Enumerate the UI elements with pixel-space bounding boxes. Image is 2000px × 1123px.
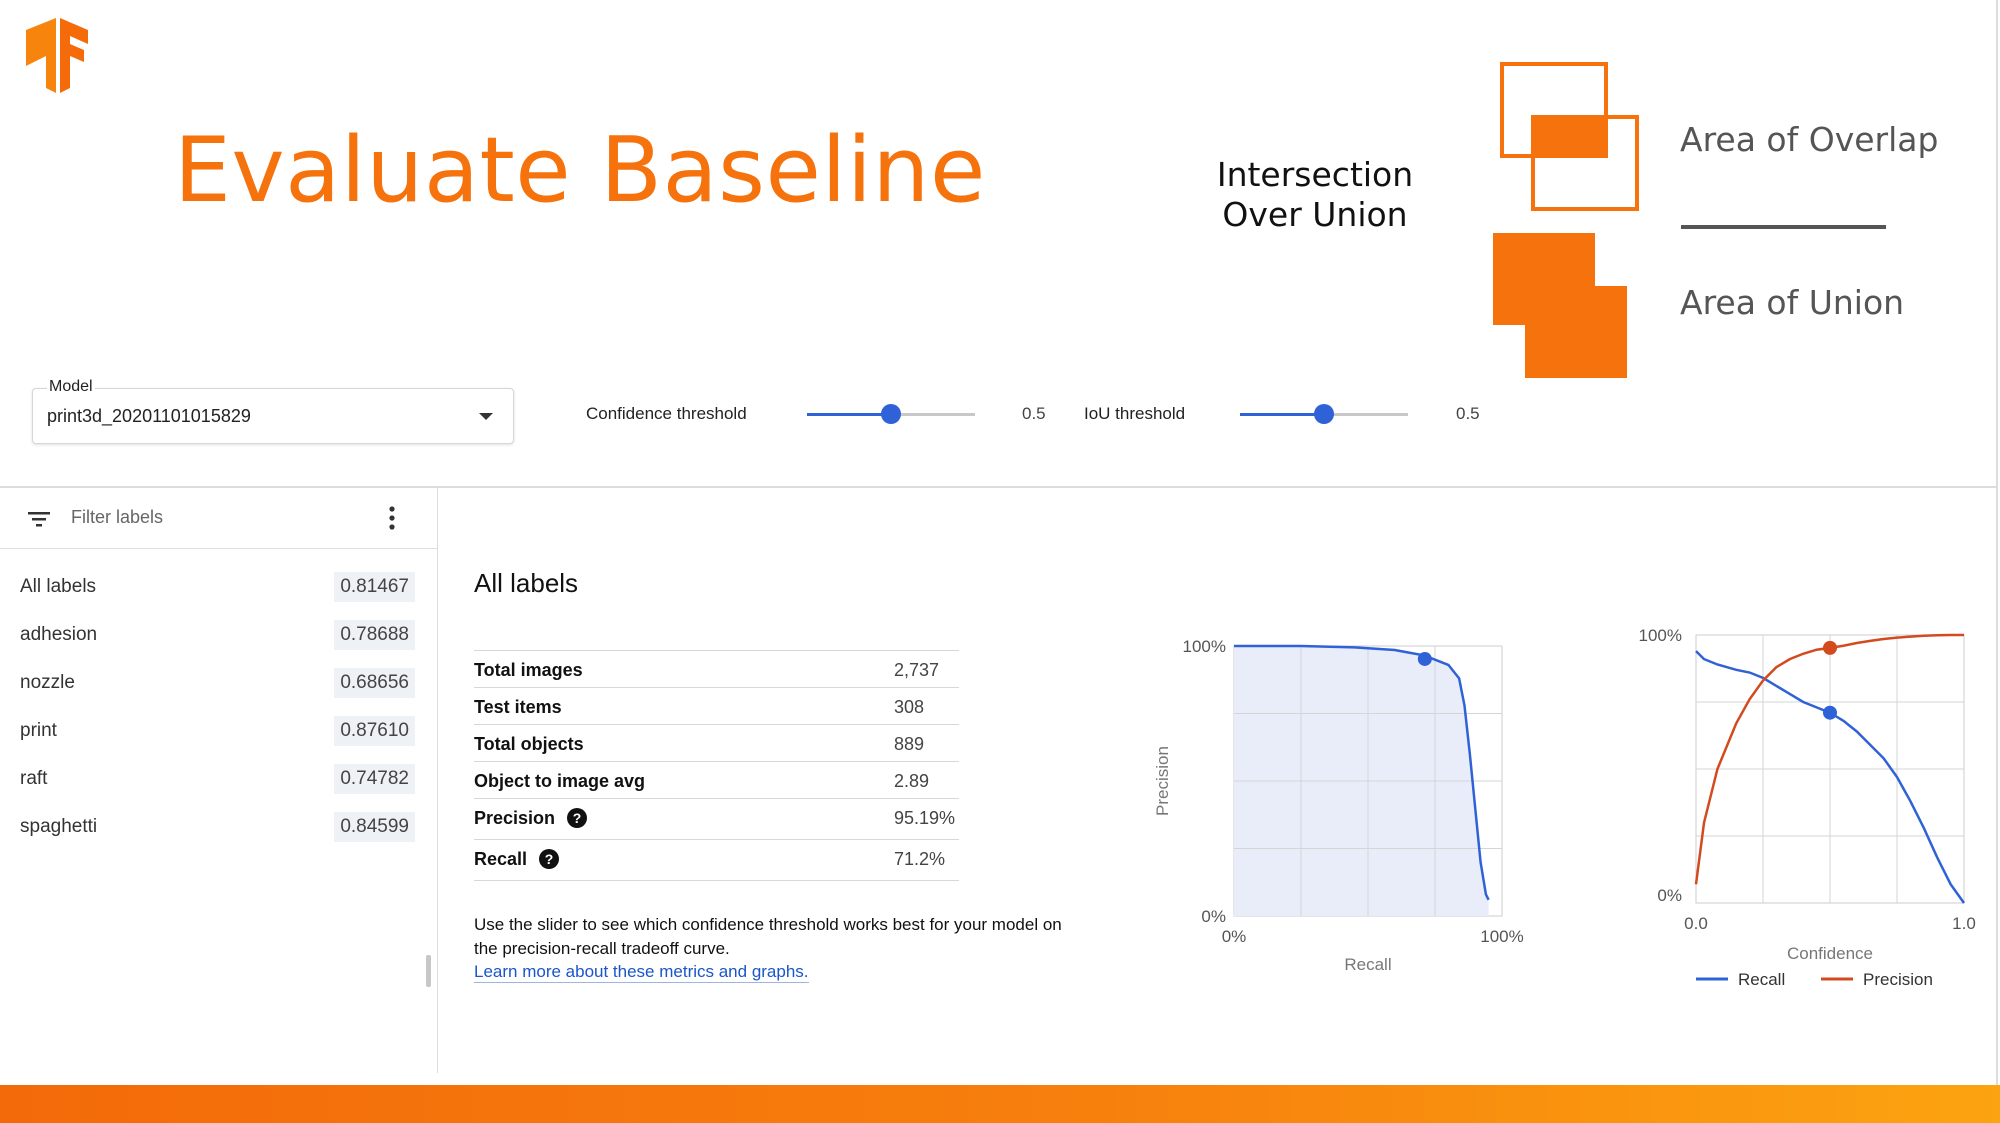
stat-value: 2,737 <box>894 660 940 680</box>
stat-row: Recall? 71.2% <box>474 839 959 881</box>
label-score: 0.87610 <box>334 716 415 746</box>
label-score: 0.68656 <box>334 668 415 698</box>
iou-diagram <box>1493 62 1639 378</box>
x-axis-title: Recall <box>1344 955 1391 974</box>
label-name: adhesion <box>20 624 98 645</box>
stat-row: Object to image avg 2.89 <box>474 761 959 798</box>
stat-row: Test items 308 <box>474 687 959 724</box>
fraction-line <box>1681 225 1886 229</box>
slide-edge <box>1996 0 1998 1085</box>
area-of-overlap-text: Area of Overlap <box>1680 120 1939 159</box>
stat-value: 889 <box>894 734 925 754</box>
y-tick-label: 100% <box>1183 637 1226 656</box>
x-tick-label: 0% <box>1222 927 1247 946</box>
x-tick-label: 100% <box>1480 927 1523 946</box>
iou-slider-thumb[interactable] <box>1314 404 1334 424</box>
label-name: nozzle <box>20 672 75 693</box>
pr-threshold-point <box>1417 651 1432 666</box>
tensorflow-logo-icon <box>26 18 88 93</box>
stat-value: 2.89 <box>894 771 930 791</box>
x-tick-label: 0.0 <box>1684 914 1708 933</box>
section-title: All labels <box>474 568 579 598</box>
filter-icon[interactable] <box>28 510 50 528</box>
stat-row: Total images 2,737 <box>474 650 959 687</box>
overlap-region <box>1533 117 1606 156</box>
stat-name: Recall <box>474 849 528 869</box>
filter-divider <box>0 548 437 549</box>
model-select-value: print3d_20201101015829 <box>47 406 251 426</box>
confidence-threshold-value: 0.5 <box>1022 404 1046 423</box>
chevron-down-icon <box>479 413 493 420</box>
panel-divider <box>0 486 1998 488</box>
stat-row: Total objects 889 <box>474 724 959 761</box>
filter-labels-input[interactable]: Filter labels <box>71 507 163 528</box>
iou-slider-fill <box>1240 413 1324 416</box>
iou-threshold-value: 0.5 <box>1456 404 1480 423</box>
sidebar-divider <box>437 488 438 1073</box>
stat-value: 308 <box>894 697 925 717</box>
model-select[interactable]: print3d_20201101015829 <box>32 388 514 444</box>
bottom-brand-bar <box>0 1085 2000 1123</box>
label-name: print <box>20 720 57 741</box>
y-tick-label: 0% <box>1657 886 1682 905</box>
confidence-chart: 100% 0%0.0 1.0 ConfidenceRecall Precision <box>1639 626 1976 989</box>
label-list-item[interactable]: print 0.87610 <box>20 716 415 746</box>
confidence-slider-fill <box>807 413 891 416</box>
x-tick-label: 1.0 <box>1952 914 1976 933</box>
legend-label: Recall <box>1738 970 1785 989</box>
label-score: 0.74782 <box>334 764 415 794</box>
legend-label: Precision <box>1863 970 1933 989</box>
union-shape <box>1493 233 1627 378</box>
learn-more-link[interactable]: Learn more about these metrics and graph… <box>474 962 809 983</box>
y-axis-title: Precision <box>1153 746 1172 816</box>
stat-name: Test items <box>474 697 562 717</box>
stat-name: Total images <box>474 660 583 680</box>
confidence-slider-thumb[interactable] <box>881 404 901 424</box>
x-axis-title: Confidence <box>1787 944 1873 963</box>
stat-value: 95.19% <box>894 808 956 828</box>
label-score: 0.84599 <box>334 812 415 842</box>
more-vert-icon[interactable] <box>387 505 397 531</box>
stat-row: Precision? 95.19% <box>474 798 959 839</box>
iou-definition-label: Intersection Over Union <box>1216 155 1414 234</box>
model-select-label: Model <box>47 378 95 396</box>
stat-name: Object to image avg <box>474 771 646 791</box>
label-score: 0.81467 <box>334 572 415 602</box>
stats-table: Total images 2,737 Test items 308 Total … <box>474 650 959 881</box>
label-score: 0.78688 <box>334 620 415 650</box>
label-name: spaghetti <box>20 816 98 837</box>
confidence-threshold-slider[interactable] <box>807 404 975 424</box>
slide-title: Evaluate Baseline <box>174 118 986 223</box>
confidence-threshold-label: Confidence threshold <box>586 404 747 423</box>
label-name: raft <box>20 768 48 789</box>
label-list-item[interactable]: adhesion 0.78688 <box>20 620 415 650</box>
label-name: All labels <box>20 576 97 597</box>
recall-threshold-point <box>1823 705 1837 720</box>
y-tick-label: 100% <box>1639 626 1682 645</box>
help-icon[interactable]: ? <box>539 849 560 869</box>
area-of-union-text: Area of Union <box>1680 283 1905 322</box>
label-list-item[interactable]: All labels 0.81467 <box>20 572 415 602</box>
iou-threshold-slider[interactable] <box>1240 404 1408 424</box>
precision-recall-chart: 100% 0%0% 100% Recall Precision <box>1153 637 1524 974</box>
y-tick-label: 0% <box>1201 907 1226 926</box>
label-list-item[interactable]: raft 0.74782 <box>20 764 415 794</box>
stat-name: Total objects <box>474 734 584 754</box>
stat-name: Precision <box>474 808 556 828</box>
iou-threshold-label: IoU threshold <box>1084 404 1186 423</box>
sidebar-scrollbar[interactable] <box>426 955 431 987</box>
stat-value: 71.2% <box>894 849 946 869</box>
explain-text: Use the slider to see which confidence t… <box>474 915 1062 958</box>
label-list-item[interactable]: spaghetti 0.84599 <box>20 812 415 842</box>
precision-threshold-point <box>1823 640 1837 655</box>
help-icon[interactable]: ? <box>567 808 588 828</box>
label-list-item[interactable]: nozzle 0.68656 <box>20 668 415 698</box>
